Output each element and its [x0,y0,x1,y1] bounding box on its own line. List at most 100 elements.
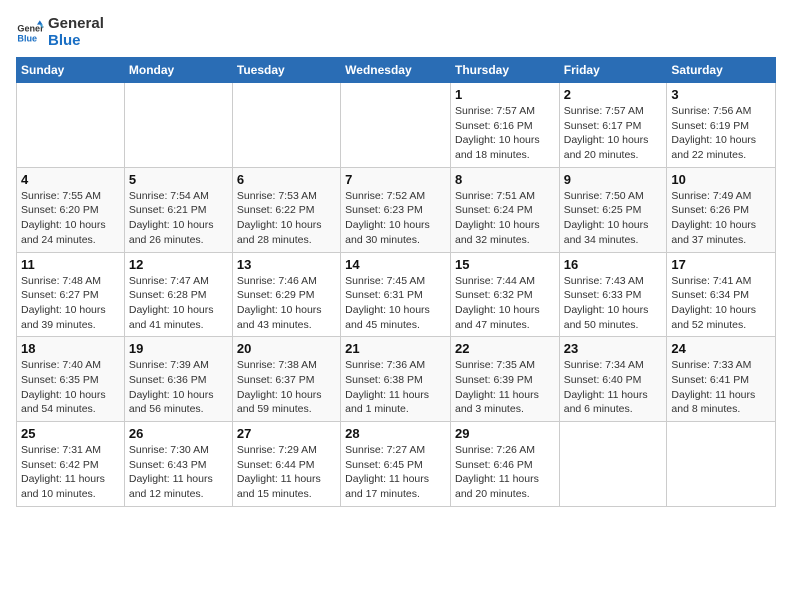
day-number: 21 [345,341,446,356]
day-number: 8 [455,172,555,187]
calendar-cell: 2Sunrise: 7:57 AMSunset: 6:17 PMDaylight… [559,83,667,168]
calendar-cell: 11Sunrise: 7:48 AMSunset: 6:27 PMDayligh… [17,252,125,337]
week-row-3: 11Sunrise: 7:48 AMSunset: 6:27 PMDayligh… [17,252,776,337]
day-number: 23 [564,341,663,356]
weekday-header-row: SundayMondayTuesdayWednesdayThursdayFrid… [17,58,776,83]
day-detail: Sunrise: 7:47 AMSunset: 6:28 PMDaylight:… [129,274,228,333]
calendar-cell: 25 Sunrise: 7:31 AMSunset: 6:42 PMDayligh… [17,422,125,507]
svg-text:Blue: Blue [17,33,37,43]
calendar-cell [124,83,232,168]
week-row-2: 4 Sunrise: 7:55 AMSunset: 6:20 PMDaylight… [17,167,776,252]
day-number: 13 [237,257,336,272]
day-number: 20 [237,341,336,356]
calendar-cell: 12 Sunrise: 7:47 AMSunset: 6:28 PMDayligh… [124,252,232,337]
calendar-cell: 9 Sunrise: 7:50 AMSunset: 6:25 PMDaylight… [559,167,667,252]
calendar-cell: 7 Sunrise: 7:52 AMSunset: 6:23 PMDaylight… [341,167,451,252]
day-number: 25 [21,426,120,441]
day-number: 18 [21,341,120,356]
logo-icon: General Blue [16,19,44,47]
calendar-cell [341,83,451,168]
calendar-cell: 17Sunrise: 7:41 AMSunset: 6:34 PMDayligh… [667,252,776,337]
calendar-cell: 1 Sunrise: 7:57 AMSunset: 6:16 PMDaylight… [450,83,559,168]
day-detail: Sunrise: 7:35 AMSunset: 6:39 PMDaylight:… [455,358,555,417]
day-detail: Sunrise: 7:57 AMSunset: 6:16 PMDaylight:… [455,104,555,163]
logo: General Blue General Blue [16,16,104,49]
calendar-cell: 27 Sunrise: 7:29 AMSunset: 6:44 PMDayligh… [232,422,340,507]
day-detail: Sunrise: 7:53 AMSunset: 6:22 PMDaylight:… [237,189,336,248]
calendar-cell: 29Sunrise: 7:26 AMSunset: 6:46 PMDayligh… [450,422,559,507]
day-detail: Sunrise: 7:33 AMSunset: 6:41 PMDaylight:… [671,358,771,417]
day-detail: Sunrise: 7:38 AMSunset: 6:37 PMDaylight:… [237,358,336,417]
calendar-cell [667,422,776,507]
day-number: 27 [237,426,336,441]
weekday-header-friday: Friday [559,58,667,83]
day-detail: Sunrise: 7:52 AMSunset: 6:23 PMDaylight:… [345,189,446,248]
calendar-cell: 8 Sunrise: 7:51 AMSunset: 6:24 PMDaylight… [450,167,559,252]
day-number: 16 [564,257,663,272]
day-detail: Sunrise: 7:43 AMSunset: 6:33 PMDaylight:… [564,274,663,333]
calendar-cell: 20 Sunrise: 7:38 AMSunset: 6:37 PMDayligh… [232,337,340,422]
calendar-cell: 18 Sunrise: 7:40 AMSunset: 6:35 PMDayligh… [17,337,125,422]
day-detail: Sunrise: 7:55 AMSunset: 6:20 PMDaylight:… [21,189,120,248]
day-number: 24 [671,341,771,356]
week-row-5: 25 Sunrise: 7:31 AMSunset: 6:42 PMDayligh… [17,422,776,507]
day-detail: Sunrise: 7:46 AMSunset: 6:29 PMDaylight:… [237,274,336,333]
svg-text:General: General [17,23,44,33]
day-detail: Sunrise: 7:40 AMSunset: 6:35 PMDaylight:… [21,358,120,417]
day-number: 19 [129,341,228,356]
day-number: 9 [564,172,663,187]
day-detail: Sunrise: 7:45 AMSunset: 6:31 PMDaylight:… [345,274,446,333]
weekday-header-tuesday: Tuesday [232,58,340,83]
day-number: 28 [345,426,446,441]
day-detail: Sunrise: 7:34 AMSunset: 6:40 PMDaylight:… [564,358,663,417]
calendar-cell: 5Sunrise: 7:54 AMSunset: 6:21 PMDaylight… [124,167,232,252]
day-detail: Sunrise: 7:36 AMSunset: 6:38 PMDaylight:… [345,358,446,417]
day-number: 10 [671,172,771,187]
day-number: 3 [671,87,771,102]
day-number: 12 [129,257,228,272]
day-number: 7 [345,172,446,187]
day-detail: Sunrise: 7:56 AMSunset: 6:19 PMDaylight:… [671,104,771,163]
calendar-cell: 6 Sunrise: 7:53 AMSunset: 6:22 PMDaylight… [232,167,340,252]
day-number: 4 [21,172,120,187]
weekday-header-saturday: Saturday [667,58,776,83]
calendar-cell: 23 Sunrise: 7:34 AMSunset: 6:40 PMDayligh… [559,337,667,422]
day-detail: Sunrise: 7:27 AMSunset: 6:45 PMDaylight:… [345,443,446,502]
day-detail: Sunrise: 7:26 AMSunset: 6:46 PMDaylight:… [455,443,555,502]
calendar-cell: 22 Sunrise: 7:35 AMSunset: 6:39 PMDayligh… [450,337,559,422]
week-row-1: 1 Sunrise: 7:57 AMSunset: 6:16 PMDaylight… [17,83,776,168]
day-number: 26 [129,426,228,441]
day-detail: Sunrise: 7:29 AMSunset: 6:44 PMDaylight:… [237,443,336,502]
calendar-cell: 19Sunrise: 7:39 AMSunset: 6:36 PMDayligh… [124,337,232,422]
weekday-header-sunday: Sunday [17,58,125,83]
calendar-cell: 26 Sunrise: 7:30 AMSunset: 6:43 PMDayligh… [124,422,232,507]
day-number: 6 [237,172,336,187]
week-row-4: 18 Sunrise: 7:40 AMSunset: 6:35 PMDayligh… [17,337,776,422]
day-number: 14 [345,257,446,272]
calendar-cell: 14 Sunrise: 7:45 AMSunset: 6:31 PMDayligh… [341,252,451,337]
logo-blue: Blue [48,33,104,50]
page-header: General Blue General Blue [16,16,776,49]
calendar-cell: 16 Sunrise: 7:43 AMSunset: 6:33 PMDayligh… [559,252,667,337]
day-detail: Sunrise: 7:51 AMSunset: 6:24 PMDaylight:… [455,189,555,248]
calendar-cell [559,422,667,507]
day-number: 22 [455,341,555,356]
calendar-cell: 3 Sunrise: 7:56 AMSunset: 6:19 PMDaylight… [667,83,776,168]
day-number: 15 [455,257,555,272]
day-detail: Sunrise: 7:30 AMSunset: 6:43 PMDaylight:… [129,443,228,502]
day-number: 11 [21,257,120,272]
day-number: 1 [455,87,555,102]
calendar-cell: 21 Sunrise: 7:36 AMSunset: 6:38 PMDayligh… [341,337,451,422]
day-detail: Sunrise: 7:49 AMSunset: 6:26 PMDaylight:… [671,189,771,248]
calendar-cell: 15Sunrise: 7:44 AMSunset: 6:32 PMDayligh… [450,252,559,337]
day-number: 17 [671,257,771,272]
calendar-cell: 24 Sunrise: 7:33 AMSunset: 6:41 PMDayligh… [667,337,776,422]
day-detail: Sunrise: 7:50 AMSunset: 6:25 PMDaylight:… [564,189,663,248]
calendar-cell [17,83,125,168]
day-detail: Sunrise: 7:54 AMSunset: 6:21 PMDaylight:… [129,189,228,248]
calendar-cell: 4 Sunrise: 7:55 AMSunset: 6:20 PMDaylight… [17,167,125,252]
weekday-header-thursday: Thursday [450,58,559,83]
calendar-cell: 28 Sunrise: 7:27 AMSunset: 6:45 PMDayligh… [341,422,451,507]
weekday-header-monday: Monday [124,58,232,83]
day-detail: Sunrise: 7:31 AMSunset: 6:42 PMDaylight:… [21,443,120,502]
